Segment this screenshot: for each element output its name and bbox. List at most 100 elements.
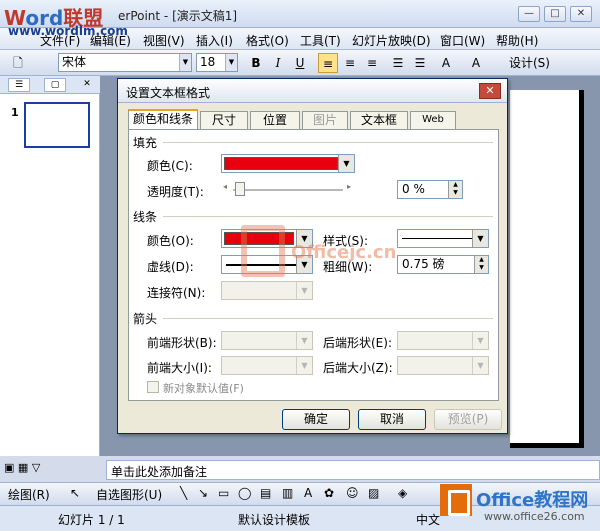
bold-button[interactable]: B	[246, 53, 266, 73]
spinner-arrows-icon[interactable]: ▲ ▼	[448, 181, 462, 198]
format-textbox-dialog: 设置文本框格式 ✕ 颜色和线条 尺寸 位置 图片 文本框 Web 填充 颜色(C…	[117, 78, 508, 434]
watermark-text: Officejc.cn	[291, 242, 397, 263]
tab-position[interactable]: 位置	[250, 111, 300, 129]
chevron-down-icon[interactable]: ▼	[472, 230, 488, 247]
cancel-button[interactable]: 取消	[358, 409, 426, 430]
font-size-combo[interactable]: 18 ▼	[196, 53, 238, 72]
language-status: 中文	[416, 513, 441, 527]
numbering-icon[interactable]: ☰	[388, 53, 408, 73]
close-window-button[interactable]: ✕	[570, 6, 592, 22]
chevron-down-icon[interactable]: ▼	[296, 282, 312, 299]
select-pointer-icon[interactable]: ↖	[70, 486, 80, 500]
new-icon[interactable]: 🗋	[8, 53, 28, 73]
vertical-textbox-icon[interactable]: ▥	[282, 486, 293, 500]
line-icon[interactable]: ╲	[180, 486, 187, 500]
slide-counter: 幻灯片 1 / 1	[58, 513, 125, 527]
transparency-slider-track[interactable]	[233, 189, 343, 191]
clipart-icon[interactable]: ☺	[346, 486, 359, 500]
tab-colors-lines[interactable]: 颜色和线条	[128, 109, 198, 130]
chevron-down-icon[interactable]: ▼	[296, 332, 312, 349]
end-size-label: 后端大小(Z):	[323, 361, 393, 375]
default-new-object-checkbox[interactable]	[147, 381, 159, 393]
watermark-url: www.wordlm.com	[8, 24, 128, 38]
weight-spinner[interactable]: 0.75 磅 ▲ ▼	[397, 255, 489, 274]
normal-view-icon[interactable]: ▣	[4, 461, 14, 474]
fill-color-combo[interactable]: ▼	[221, 154, 355, 173]
chevron-right-icon[interactable]: ▸	[347, 182, 351, 191]
font-color-icon[interactable]: A	[466, 53, 486, 73]
begin-style-combo[interactable]: ▼	[221, 331, 313, 350]
chevron-down-icon[interactable]: ▼	[472, 332, 488, 349]
close-pane-icon[interactable]: ✕	[76, 78, 98, 92]
minimize-button[interactable]: —	[518, 6, 540, 22]
tab-web[interactable]: Web	[410, 111, 456, 129]
menu-slideshow[interactable]: 幻灯片放映(D)	[352, 32, 431, 49]
chevron-down-icon[interactable]: ▼	[472, 357, 488, 374]
align-left-icon[interactable]: ≡	[318, 53, 338, 73]
tab-textbox[interactable]: 文本框	[350, 111, 408, 129]
preview-button[interactable]: 预览(P)	[434, 409, 502, 430]
picture-icon[interactable]: ▨	[368, 486, 379, 500]
line-style-combo[interactable]: ▼	[397, 229, 489, 248]
oval-icon[interactable]: ◯	[238, 486, 251, 500]
chevron-down-icon[interactable]: ▼	[179, 54, 191, 71]
ok-button[interactable]: 确定	[282, 409, 350, 430]
menu-help[interactable]: 帮助(H)	[496, 32, 538, 49]
slideshow-view-icon[interactable]: ▽	[32, 461, 40, 474]
bullets-icon[interactable]: ☰	[410, 53, 430, 73]
italic-button[interactable]: I	[268, 53, 288, 73]
slide-thumbnail[interactable]	[24, 102, 90, 148]
sorter-view-icon[interactable]: ▦	[18, 461, 28, 474]
tab-size[interactable]: 尺寸	[200, 111, 248, 129]
spinner-arrows-icon[interactable]: ▲ ▼	[474, 256, 488, 273]
menu-format[interactable]: 格式(O)	[246, 32, 289, 49]
tab-picture[interactable]: 图片	[302, 111, 348, 129]
connector-combo[interactable]: ▼	[221, 281, 313, 300]
rectangle-icon[interactable]: ▭	[218, 486, 229, 500]
fill-color-icon[interactable]: ◈	[398, 486, 407, 500]
font-name-combo[interactable]: 宋体 ▼	[58, 53, 192, 72]
menu-view[interactable]: 视图(V)	[143, 32, 185, 49]
dialog-close-button[interactable]: ✕	[479, 83, 501, 99]
menu-tools[interactable]: 工具(T)	[300, 32, 341, 49]
chevron-down-icon[interactable]: ▼	[338, 155, 354, 172]
draw-menu-button[interactable]: 绘图(R)	[8, 486, 50, 503]
dash-label: 虚线(D):	[147, 260, 194, 274]
begin-style-label: 前端形状(B):	[147, 336, 217, 350]
increase-font-icon[interactable]: A	[436, 53, 456, 73]
align-center-icon[interactable]: ≡	[340, 53, 360, 73]
chevron-down-icon[interactable]: ▼	[225, 54, 237, 71]
pane-tabs: ☰ ▢ ✕	[0, 76, 100, 94]
wordart-icon[interactable]: A	[304, 486, 312, 500]
textbox-icon[interactable]: ▤	[260, 486, 271, 500]
line-color-label: 颜色(O):	[147, 234, 194, 248]
arrow-icon[interactable]: ↘	[198, 486, 208, 500]
outline-tab-icon[interactable]: ☰	[8, 78, 30, 92]
slide-canvas[interactable]	[510, 90, 584, 448]
begin-size-combo[interactable]: ▼	[221, 356, 313, 375]
end-style-combo[interactable]: ▼	[397, 331, 489, 350]
autoshapes-button[interactable]: 自选图形(U)	[96, 486, 162, 503]
menu-window[interactable]: 窗口(W)	[440, 32, 485, 49]
fill-color-label: 颜色(C):	[147, 159, 193, 173]
fill-section-title: 填充	[133, 136, 158, 150]
font-size-value: 18	[200, 55, 216, 69]
transparency-slider-thumb[interactable]	[235, 182, 245, 196]
fill-color-swatch	[224, 157, 338, 170]
slides-tab-icon[interactable]: ▢	[44, 78, 66, 92]
design-button[interactable]: 设计(S)	[509, 54, 550, 71]
maximize-button[interactable]: □	[544, 6, 566, 22]
menu-insert[interactable]: 插入(I)	[196, 32, 233, 49]
office-logo-icon	[440, 484, 472, 516]
divider	[163, 318, 493, 319]
diagram-icon[interactable]: ✿	[324, 486, 334, 500]
end-size-combo[interactable]: ▼	[397, 356, 489, 375]
notes-pane[interactable]: 单击此处添加备注	[106, 460, 600, 480]
chevron-left-icon[interactable]: ◂	[223, 182, 227, 191]
align-right-icon[interactable]: ≡	[362, 53, 382, 73]
underline-button[interactable]: U	[290, 53, 310, 73]
transparency-spinner[interactable]: 0 % ▲ ▼	[397, 180, 463, 199]
chevron-down-icon[interactable]: ▼	[296, 357, 312, 374]
dialog-title-bar: 设置文本框格式 ✕	[118, 79, 507, 103]
divider	[163, 216, 493, 217]
